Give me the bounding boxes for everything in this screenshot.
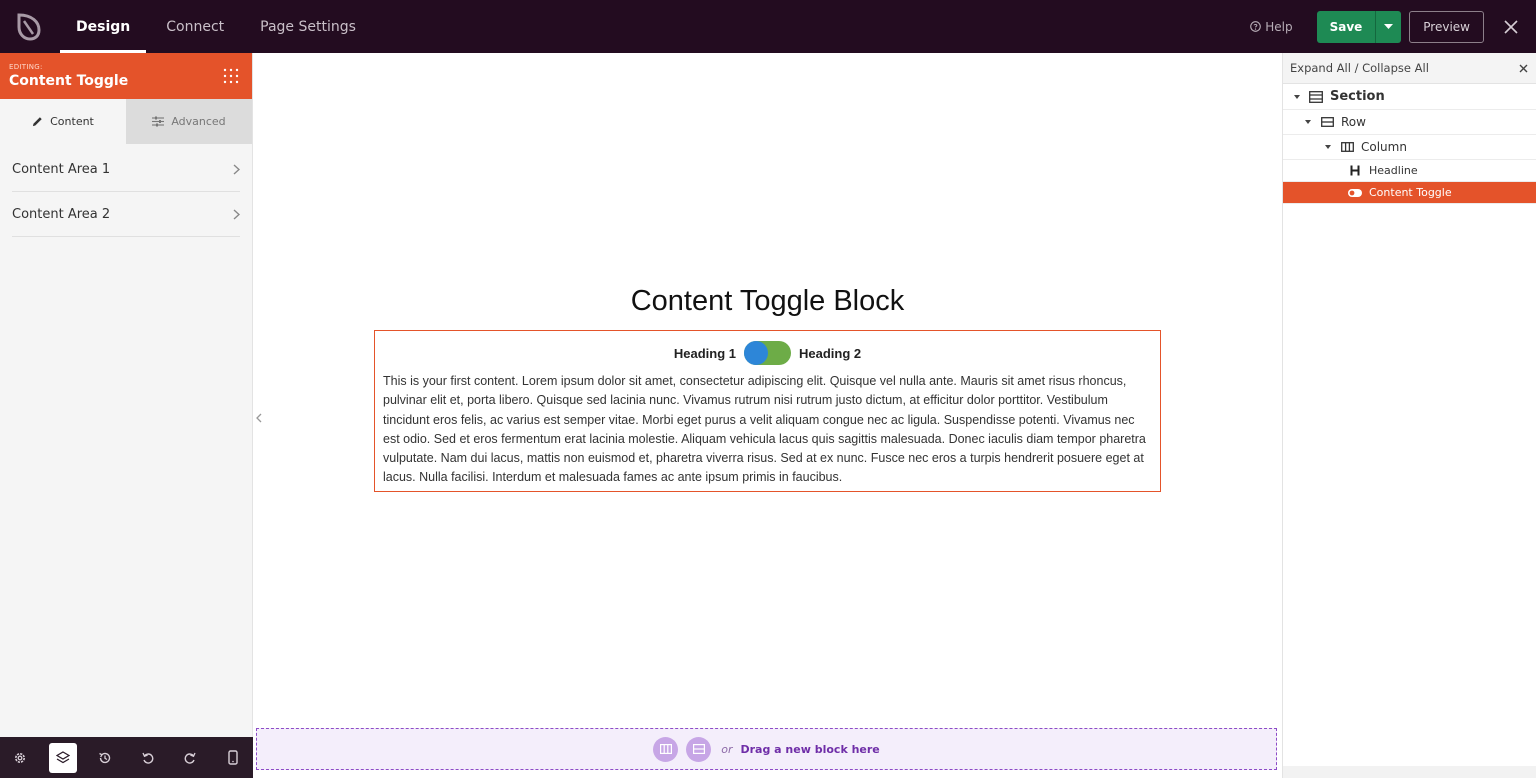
tree-label: Headline — [1369, 164, 1418, 177]
layers-button[interactable] — [48, 742, 77, 773]
toggle-switcher-row: Heading 1 Heading 2 — [383, 341, 1152, 365]
headline-block[interactable]: Content Toggle Block — [254, 285, 1281, 318]
tree-node-section[interactable]: Section — [1283, 84, 1536, 110]
columns-icon — [1339, 142, 1355, 152]
seedprod-logo-icon[interactable] — [0, 0, 58, 53]
help-link[interactable]: Help — [1250, 19, 1293, 34]
close-layers-button[interactable] — [1516, 61, 1530, 75]
toggle-heading-1[interactable]: Heading 1 — [674, 346, 736, 361]
add-section-button[interactable] — [686, 736, 712, 762]
toggle-content-text: This is your first content. Lorem ipsum … — [383, 374, 1146, 485]
sliders-icon — [152, 116, 165, 127]
caret-down-icon — [1384, 23, 1394, 29]
tree-label: Section — [1330, 89, 1385, 104]
drop-zone[interactable]: or Drag a new block here — [256, 728, 1277, 770]
tab-connect[interactable]: Connect — [148, 0, 242, 53]
caret-down-icon[interactable] — [1292, 94, 1302, 99]
toggle-icon — [1347, 188, 1363, 197]
save-group: Save — [1316, 10, 1402, 43]
chevron-right-icon — [233, 208, 240, 220]
page-canvas: Content Toggle Block Heading 1 Heading 2… — [254, 53, 1281, 778]
mobile-icon — [228, 750, 238, 765]
close-builder-button[interactable] — [1498, 14, 1524, 40]
gear-icon — [15, 752, 26, 763]
columns-icon — [659, 744, 672, 754]
content-sections: Content Area 1 Content Area 2 — [0, 144, 252, 237]
block-settings-panel: EDITING: Content Toggle Content Advanced… — [0, 53, 253, 737]
section-content-area-1[interactable]: Content Area 1 — [12, 147, 240, 192]
tree-label: Row — [1341, 115, 1366, 129]
tree-label: Content Toggle — [1369, 186, 1452, 199]
history-icon — [99, 752, 111, 763]
tree-node-content-toggle[interactable]: Content Toggle — [1283, 182, 1536, 204]
bottom-toolbar — [0, 737, 253, 778]
tree-node-headline[interactable]: Headline — [1283, 160, 1536, 182]
layers-icon — [55, 750, 70, 763]
horizontal-scrollbar[interactable] — [1283, 766, 1536, 778]
save-button[interactable]: Save — [1316, 10, 1376, 43]
tab-content[interactable]: Content — [0, 99, 126, 144]
question-circle-icon — [1250, 21, 1262, 32]
section-label: Content Area 2 — [12, 206, 111, 222]
tree-node-row[interactable]: Row — [1283, 110, 1536, 135]
toggle-heading-2[interactable]: Heading 2 — [799, 346, 861, 361]
collapse-panel-toggle[interactable] — [254, 409, 264, 427]
content-toggle-block[interactable]: Heading 1 Heading 2 This is your first c… — [374, 330, 1161, 492]
tab-advanced-label: Advanced — [171, 115, 226, 128]
revisions-button[interactable] — [91, 743, 120, 773]
section-content-area-2[interactable]: Content Area 2 — [12, 192, 240, 237]
editing-label: EDITING: — [9, 63, 43, 71]
pencil-icon — [33, 117, 42, 127]
preview-button[interactable]: Preview — [1409, 10, 1484, 43]
caret-down-icon[interactable] — [1323, 145, 1333, 149]
chevron-left-icon — [256, 413, 262, 423]
toggle-switch-knob — [744, 341, 768, 365]
dropzone-or-label: or — [721, 742, 733, 756]
undo-button[interactable] — [134, 743, 163, 773]
heading-icon — [1347, 165, 1363, 176]
tab-page-settings[interactable]: Page Settings — [242, 0, 374, 53]
drag-handle-icon[interactable] — [223, 68, 239, 84]
redo-button[interactable] — [176, 743, 205, 773]
global-settings-button[interactable] — [6, 743, 35, 773]
undo-icon — [142, 752, 154, 764]
row-icon — [1319, 117, 1335, 127]
expand-collapse-all[interactable]: Expand All / Collapse All — [1290, 61, 1429, 75]
tree-node-column[interactable]: Column — [1283, 135, 1536, 160]
dropzone-text[interactable]: Drag a new block here — [741, 743, 880, 756]
tab-content-label: Content — [50, 115, 94, 128]
close-icon — [1504, 19, 1518, 34]
close-icon — [1519, 64, 1527, 72]
layers-panel: Expand All / Collapse All Section Row Co… — [1282, 53, 1536, 778]
editing-title: Content Toggle — [9, 73, 129, 89]
top-actions: Help Save Preview — [1250, 0, 1536, 53]
rows-icon — [692, 744, 705, 754]
layers-header: Expand All / Collapse All — [1283, 53, 1536, 84]
section-label: Content Area 1 — [12, 161, 111, 177]
section-icon — [1308, 90, 1324, 103]
redo-icon — [184, 752, 196, 764]
add-columns-button[interactable] — [653, 736, 679, 762]
settings-tabs: Content Advanced — [0, 99, 252, 144]
tab-advanced[interactable]: Advanced — [126, 99, 252, 144]
save-options-button[interactable] — [1375, 10, 1402, 43]
chevron-right-icon — [233, 163, 240, 175]
editing-header: EDITING: Content Toggle — [0, 53, 252, 99]
device-preview-button[interactable] — [219, 743, 248, 773]
caret-down-icon[interactable] — [1303, 120, 1313, 124]
toggle-switch[interactable] — [744, 341, 791, 365]
help-label: Help — [1265, 19, 1293, 34]
tree-label: Column — [1361, 140, 1407, 154]
top-bar: Design Connect Page Settings Help Save P… — [0, 0, 1536, 53]
tab-design[interactable]: Design — [58, 0, 148, 53]
